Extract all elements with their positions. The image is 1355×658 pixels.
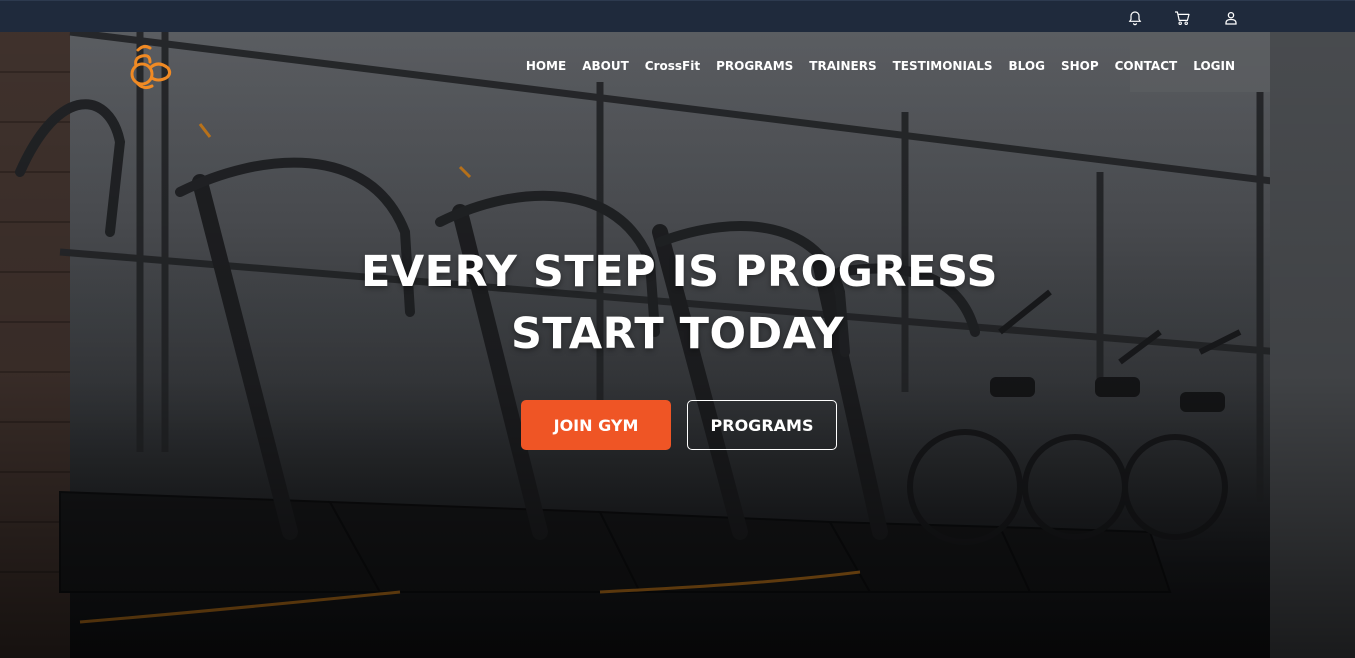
user-icon[interactable] [1222, 9, 1240, 27]
nav-home[interactable]: HOME [518, 59, 574, 73]
top-utility-bar [0, 0, 1355, 32]
nav-about[interactable]: ABOUT [574, 59, 637, 73]
nav-blog[interactable]: BLOG [1001, 59, 1053, 73]
programs-button[interactable]: PROGRAMS [687, 400, 837, 450]
gym-logo[interactable] [128, 40, 174, 92]
hero-headline-line1: EVERY STEP IS PROGRESS [361, 247, 998, 297]
nav-programs[interactable]: PROGRAMS [708, 59, 801, 73]
hero-headline-line2: START TODAY [510, 309, 845, 359]
main-nav: HOME ABOUT CrossFit PROGRAMS TRAINERS TE… [518, 59, 1243, 73]
join-gym-button[interactable]: JOIN GYM [521, 400, 671, 450]
cart-icon[interactable] [1173, 9, 1191, 27]
nav-trainers[interactable]: TRAINERS [801, 59, 884, 73]
nav-testimonials[interactable]: TESTIMONIALS [885, 59, 1001, 73]
nav-crossfit[interactable]: CrossFit [637, 59, 708, 73]
nav-login[interactable]: LOGIN [1185, 59, 1243, 73]
bell-icon[interactable] [1126, 9, 1144, 27]
nav-contact[interactable]: CONTACT [1107, 59, 1186, 73]
nav-shop[interactable]: SHOP [1053, 59, 1107, 73]
